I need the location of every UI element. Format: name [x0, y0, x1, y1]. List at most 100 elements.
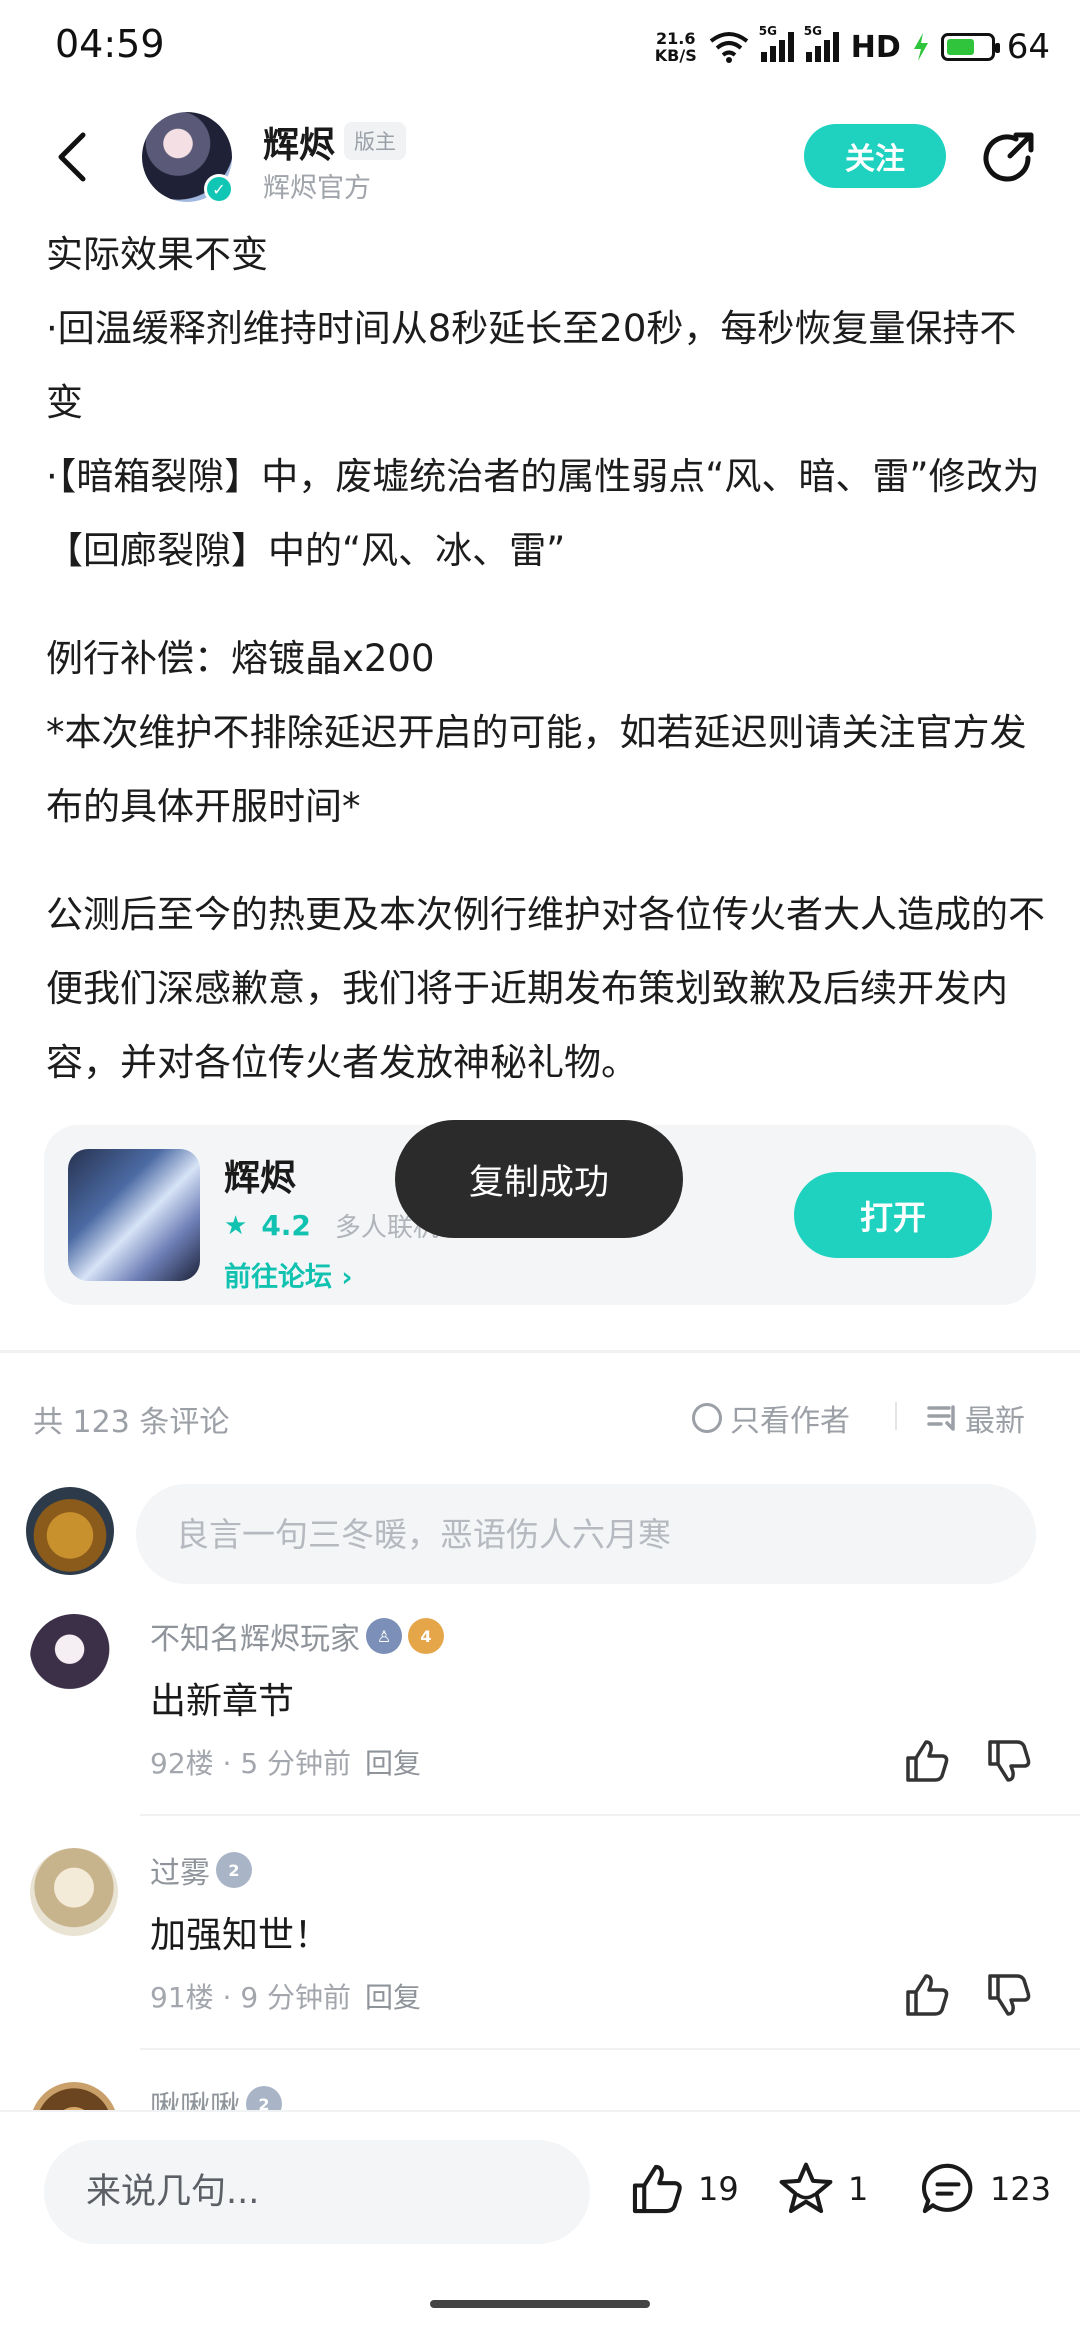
sort-newest-toggle[interactable]: 最新	[927, 1396, 1025, 1440]
comment-text: 出新章节	[150, 1681, 295, 1722]
comment-input[interactable]	[136, 1484, 1036, 1584]
comment-item[interactable]: 啾啾啾 2	[0, 2082, 1080, 2110]
level-badge-value: 4	[420, 1626, 432, 1646]
charging-icon	[913, 33, 928, 61]
thumbs-down-icon	[988, 1974, 1031, 2016]
thumbs-up-icon	[906, 1974, 949, 2016]
copy-success-toast: 复制成功	[395, 1120, 683, 1238]
game-forum-label: 前往论坛	[224, 1262, 332, 1293]
comment-bubble-icon	[922, 2163, 973, 2214]
article-paragraph: ·回温缓释剂维持时间从8秒延长至20秒，每秒恢复量保持不变	[46, 307, 1017, 424]
article-paragraph: *本次维护不排除延迟开启的可能，如若延迟则请关注官方发布的具体开服时间*	[46, 711, 1027, 828]
share-button[interactable]	[978, 128, 1038, 188]
comment-item[interactable]: 不知名辉烬玩家 ♙ 4 出新章节 92楼 · 5 分钟前 回复	[0, 1614, 1080, 1824]
chevron-right-icon: ›	[341, 1262, 353, 1293]
post-header: ✓ 辉烬 版主 辉烬官方 关注	[0, 100, 1080, 220]
sim2-tag: 5G	[803, 24, 822, 38]
author-avatar[interactable]: ✓	[142, 112, 234, 204]
commenter-avatar[interactable]	[30, 2082, 118, 2110]
author-name[interactable]: 辉烬	[263, 116, 335, 168]
level-badge: 4	[408, 1618, 444, 1654]
level-badge-value: 2	[258, 2094, 270, 2111]
author-only-label: 只看作者	[730, 1404, 850, 1439]
article-paragraph: 公测后至今的热更及本次例行维护对各位传火者大人造成的不便我们深感歉意，我们将于近…	[46, 893, 1045, 1084]
like-button[interactable]	[902, 1970, 952, 2020]
star-outline-icon	[779, 2162, 833, 2214]
commenter-name-row: 不知名辉烬玩家 ♙ 4	[150, 1614, 444, 1658]
comments-button[interactable]: 123	[918, 2160, 1051, 2218]
network-speed-unit: KB/S	[654, 46, 697, 65]
star-icon: ★	[224, 1210, 248, 1241]
thumbs-up-icon	[632, 2164, 682, 2214]
comment-item[interactable]: 过雾 2 加强知世！ 91楼 · 9 分钟前 回复	[0, 1848, 1080, 2058]
bottom-comment-input[interactable]	[44, 2140, 590, 2244]
hd-label: HD	[850, 29, 901, 65]
comment-text: 加强知世！	[150, 1915, 331, 1956]
game-name: 辉烬	[224, 1158, 297, 1199]
sim1-tag: 5G	[758, 24, 777, 38]
sort-list-icon	[927, 1405, 955, 1431]
sort-label: 最新	[965, 1404, 1025, 1439]
level-badge: 2	[246, 2086, 282, 2110]
comment-count: 共 123 条评论	[33, 1405, 230, 1440]
filter-separator	[895, 1402, 897, 1430]
commenter-avatar[interactable]	[30, 1614, 118, 1702]
cell-signal-icon-2: 5G	[804, 24, 839, 62]
author-only-filter[interactable]: 只看作者	[692, 1396, 850, 1440]
reply-button[interactable]: 回复	[365, 1976, 421, 2016]
commenter-name[interactable]: 不知名辉烬玩家	[150, 1614, 360, 1658]
wifi-icon	[709, 32, 748, 63]
commenter-avatar[interactable]	[30, 1848, 118, 1936]
network-speed-value: 21.6	[655, 29, 696, 48]
level-badge: 2	[216, 1852, 252, 1888]
comment-count-bottom: 123	[990, 2170, 1052, 2208]
battery-icon	[940, 33, 1000, 61]
game-icon-image[interactable]	[68, 1149, 200, 1281]
player-badge-icon: ♙	[366, 1618, 402, 1654]
comment-floor-time: 92楼 · 5 分钟前	[150, 1747, 352, 1780]
author-subtitle: 辉烬官方	[263, 173, 371, 204]
network-speed: 21.6 KB/S	[655, 30, 697, 64]
reply-button[interactable]: 回复	[365, 1742, 421, 1782]
battery-percent: 64	[1006, 27, 1050, 67]
share-icon	[983, 132, 1034, 182]
dislike-button[interactable]	[984, 1970, 1034, 2020]
favorite-button[interactable]: 1	[776, 2160, 868, 2218]
game-forum-link[interactable]: 前往论坛 ›	[224, 1255, 353, 1294]
comment-floor-time: 91楼 · 9 分钟前	[150, 1981, 352, 2014]
article-body: 实际效果不变 ·回温缓释剂维持时间从8秒延长至20秒，每秒恢复量保持不变 ·【暗…	[46, 218, 1046, 1134]
verified-check-icon: ✓	[204, 174, 234, 204]
status-icons: 21.6 KB/S 5G 5G HD 64	[655, 22, 1050, 72]
comment-separator	[140, 2048, 1080, 2050]
status-time: 04:59	[55, 22, 165, 66]
article-paragraph: 例行补偿：熔镀晶x200	[46, 637, 435, 680]
battery-fill	[946, 39, 974, 55]
open-game-button[interactable]: 打开	[794, 1172, 992, 1258]
commenter-name-row: 啾啾啾 2	[150, 2082, 282, 2110]
game-rating: 4.2	[261, 1209, 311, 1242]
article-paragraph: 实际效果不变	[46, 233, 268, 276]
dislike-button[interactable]	[984, 1736, 1034, 1786]
follow-button[interactable]: 关注	[804, 124, 946, 188]
level-badge-value: 2	[228, 1860, 240, 1880]
thumbs-down-icon	[988, 1740, 1031, 1782]
comment-separator	[140, 1814, 1080, 1816]
radio-icon	[692, 1403, 722, 1433]
section-divider	[0, 1350, 1080, 1353]
status-bar: 04:59 21.6 KB/S 5G 5G HD 64	[0, 0, 1080, 96]
my-avatar	[26, 1487, 114, 1575]
commenter-name[interactable]: 过雾	[150, 1848, 210, 1892]
comment-meta: 92楼 · 5 分钟前 回复	[150, 1742, 421, 1782]
article-paragraph: ·【暗箱裂隙】中，废墟统治者的属性弱点“风、暗、雷”修改为【回廊裂隙】中的“风、…	[46, 455, 1040, 572]
like-button[interactable]	[902, 1736, 952, 1786]
moderator-badge: 版主	[344, 122, 406, 160]
like-post-button[interactable]: 19	[628, 2160, 739, 2218]
back-button[interactable]	[42, 122, 102, 192]
home-indicator[interactable]	[430, 2300, 650, 2308]
chevron-left-icon	[58, 132, 86, 182]
thumbs-up-icon	[906, 1740, 949, 1782]
commenter-name[interactable]: 啾啾啾	[150, 2082, 240, 2110]
commenter-name-row: 过雾 2	[150, 1848, 252, 1892]
comment-meta: 91楼 · 9 分钟前 回复	[150, 1976, 421, 2016]
cell-signal-icon-1: 5G	[759, 24, 794, 62]
